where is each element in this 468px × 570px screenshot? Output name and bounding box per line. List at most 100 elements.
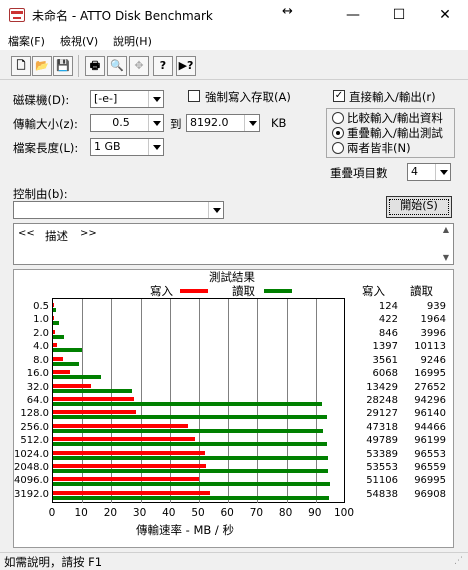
y-tick-label: 256.0 — [20, 421, 49, 433]
write-value: 51106 — [366, 475, 398, 487]
read-value: 96140 — [414, 408, 446, 420]
radio-overlapped-io[interactable] — [332, 127, 344, 139]
write-value: 28248 — [366, 394, 398, 406]
write-bar — [53, 356, 64, 361]
write-bar — [53, 343, 58, 348]
print-preview-icon[interactable]: 🔍 — [107, 56, 127, 76]
chevron-down-icon[interactable] — [148, 91, 163, 107]
x-tick-label: 40 — [162, 507, 176, 519]
write-bar — [53, 329, 56, 334]
y-tick-label: 0.5 — [33, 301, 49, 312]
radio-compare-data[interactable] — [332, 112, 344, 124]
transfer-to-label: 到 — [170, 117, 182, 131]
x-tick-label: 30 — [132, 507, 147, 519]
save-icon[interactable]: 💾 — [53, 56, 73, 76]
minimize-button[interactable]: — — [330, 0, 376, 30]
read-bar — [53, 308, 56, 312]
write-value: 29127 — [366, 408, 398, 420]
y-tick-label: 16.0 — [26, 368, 49, 380]
column-header-write: 寫入 — [362, 284, 385, 298]
legend-write-swatch — [180, 289, 208, 293]
write-bar — [53, 370, 71, 375]
legend-read-swatch — [264, 289, 292, 293]
print-icon[interactable]: 🖶 — [85, 56, 105, 76]
write-bar — [53, 490, 210, 495]
transfer-to-select[interactable]: 8192.0 — [186, 114, 260, 132]
start-button-label: 開始(S) — [400, 199, 438, 212]
write-bar — [53, 383, 92, 388]
write-value: 13429 — [366, 381, 398, 393]
direct-io-checkbox[interactable]: ✓ — [333, 90, 345, 102]
read-bar — [53, 348, 82, 353]
open-folder-icon[interactable]: 📂 — [32, 56, 52, 76]
new-icon[interactable]: 🗋 — [11, 56, 31, 76]
read-bar — [53, 482, 330, 487]
read-value: 94296 — [414, 394, 446, 406]
menu-file[interactable]: 檔案(F) — [8, 33, 45, 49]
read-value: 16995 — [414, 368, 446, 380]
y-tick-label: 2.0 — [33, 327, 49, 339]
scroll-up-icon[interactable]: ▲ — [440, 225, 452, 235]
description-next-marker: >> — [80, 228, 97, 239]
read-value: 96908 — [414, 488, 446, 500]
force-write-checkbox[interactable] — [188, 90, 200, 102]
read-bar — [53, 388, 132, 393]
chevron-down-icon[interactable] — [244, 115, 259, 131]
read-value: 96995 — [414, 475, 446, 487]
x-tick-label: 20 — [103, 507, 118, 519]
controlled-by-select[interactable] — [13, 201, 224, 219]
drive-select-value: [-e-] — [94, 92, 118, 105]
start-button[interactable]: 開始(S) — [386, 196, 452, 218]
drive-select[interactable]: [-e-] — [90, 90, 164, 108]
read-bar — [53, 401, 322, 406]
status-text: 如需說明，請按 F1 — [4, 555, 103, 569]
write-bar — [53, 316, 55, 321]
menu-help[interactable]: 說明(H) — [113, 33, 152, 49]
scroll-down-icon[interactable]: ▼ — [440, 253, 452, 263]
write-bar — [53, 477, 199, 482]
plot-area — [52, 298, 345, 503]
chevron-down-icon[interactable] — [148, 139, 163, 155]
read-value: 10113 — [414, 341, 446, 353]
controlled-by-label: 控制由(b): — [13, 187, 68, 201]
chevron-down-icon[interactable] — [435, 164, 450, 180]
write-bar — [53, 410, 136, 415]
queue-depth-select[interactable]: 4 — [407, 163, 451, 181]
read-bar — [53, 428, 323, 433]
radio-neither[interactable] — [332, 142, 344, 154]
description-text: 描述 — [45, 229, 68, 243]
queue-depth-label: 重疊項目數 — [330, 166, 388, 180]
maximize-button[interactable]: ☐ — [376, 0, 422, 30]
read-bar — [53, 415, 328, 420]
read-bar — [53, 495, 330, 500]
read-value: 94466 — [414, 421, 446, 433]
force-write-label: 強制寫入存取(A) — [205, 90, 291, 104]
write-bar — [53, 303, 54, 307]
close-button[interactable]: ✕ — [422, 0, 468, 30]
transfer-from-select[interactable]: 0.5 — [90, 114, 164, 132]
transfer-unit: KB — [271, 116, 287, 130]
y-tick-label: 64.0 — [26, 394, 49, 406]
radio-neither-label: 兩者皆非(N) — [347, 141, 411, 155]
transfer-size-label: 傳輸大小(z): — [13, 117, 78, 131]
file-length-select[interactable]: 1 GB — [90, 138, 164, 156]
window-title: 未命名 - ATTO Disk Benchmark — [32, 9, 213, 23]
resize-grip-icon[interactable]: ⋰ — [454, 556, 466, 568]
help-icon[interactable]: ? — [153, 56, 173, 76]
y-tick-label: 512.0 — [20, 435, 49, 447]
chevron-down-icon[interactable] — [148, 115, 163, 131]
x-tick-label: 100 — [333, 507, 355, 519]
context-help-icon[interactable]: ▶? — [176, 56, 196, 76]
toolbar-separator — [78, 55, 79, 77]
read-value: 939 — [426, 301, 446, 312]
app-icon[interactable] — [9, 8, 25, 22]
move-icon[interactable]: ✥ — [129, 56, 149, 76]
description-prev-marker: << — [18, 228, 35, 239]
chevron-down-icon[interactable] — [208, 202, 223, 218]
read-value: 96553 — [414, 448, 446, 460]
read-bar — [53, 442, 328, 447]
write-bar — [53, 396, 134, 401]
read-value: 27652 — [414, 381, 446, 393]
menu-view[interactable]: 檢視(V) — [60, 33, 98, 49]
y-tick-label: 128.0 — [20, 408, 49, 420]
